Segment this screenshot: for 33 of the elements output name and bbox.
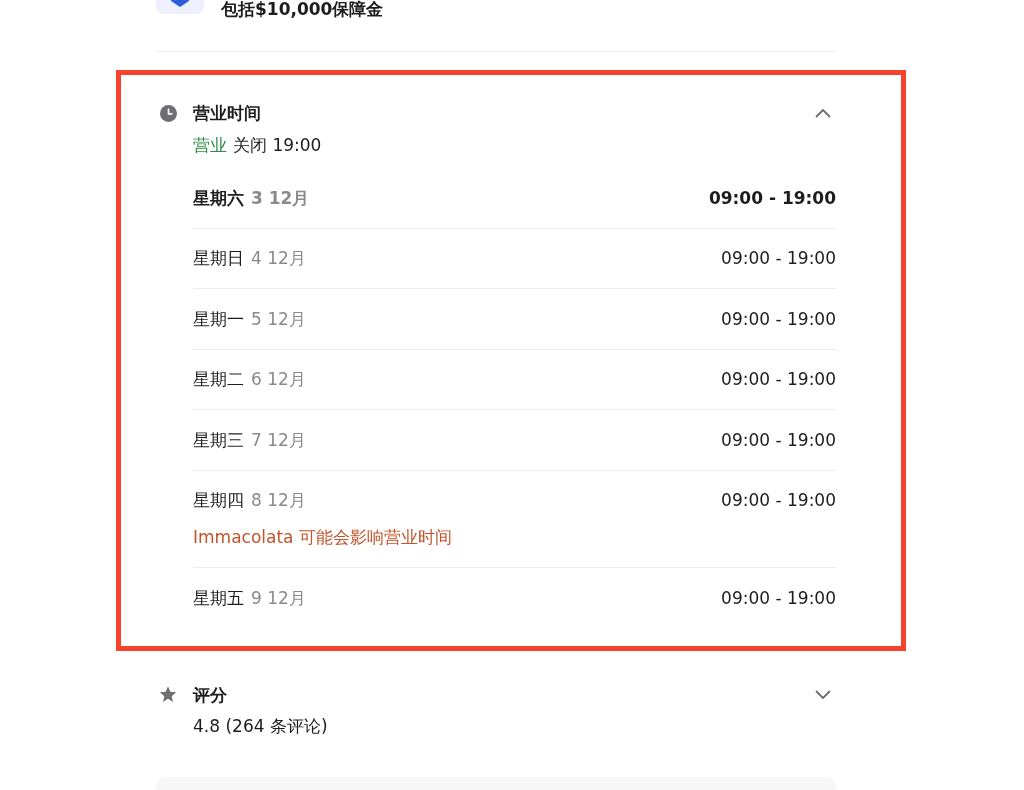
rating-summary: 4.8 (264 条评论) — [193, 714, 329, 738]
hours-text: 09:00 - 19:00 — [708, 186, 836, 210]
day-label: 星期三 — [193, 428, 244, 452]
status-label: 营业 — [193, 134, 227, 157]
day-label: 星期六 — [193, 186, 244, 210]
date-label: 5 12月 — [251, 307, 306, 331]
hours-text: 09:00 - 19:00 — [721, 489, 836, 513]
section-title: 营业时间 — [193, 102, 261, 125]
date-label: 4 12月 — [251, 247, 306, 271]
hours-text: 09:00 - 19:00 — [721, 247, 836, 271]
day-label: 星期二 — [193, 368, 244, 392]
holiday-note: Immacolata 可能会影响营业时间 — [193, 526, 453, 550]
guarantee-text: 包括$10,000保障金 — [221, 0, 384, 18]
clock-icon — [160, 104, 177, 122]
hours-text: 09:00 - 19:00 — [721, 586, 836, 610]
date-label: 8 12月 — [251, 489, 306, 513]
date-label: 3 12月 — [251, 186, 310, 210]
day-label: 星期日 — [193, 247, 244, 271]
day-label: 星期一 — [193, 307, 244, 331]
date-label: 7 12月 — [251, 428, 306, 452]
date-label: 6 12月 — [251, 368, 306, 392]
hours-text: 09:00 - 19:00 — [721, 428, 836, 452]
hours-text: 09:00 - 19:00 — [721, 368, 836, 392]
chevron-up-icon[interactable] — [815, 108, 831, 118]
date-label: 9 12月 — [251, 586, 306, 610]
closing-time-text: 关闭 19:00 — [233, 134, 322, 157]
hours-text: 09:00 - 19:00 — [721, 307, 836, 331]
star-icon — [159, 686, 177, 703]
day-label: 星期四 — [193, 489, 244, 513]
day-label: 星期五 — [193, 586, 244, 610]
section-title: 评分 — [193, 683, 227, 707]
shield-icon — [156, 0, 204, 14]
chevron-down-icon[interactable] — [815, 689, 831, 700]
